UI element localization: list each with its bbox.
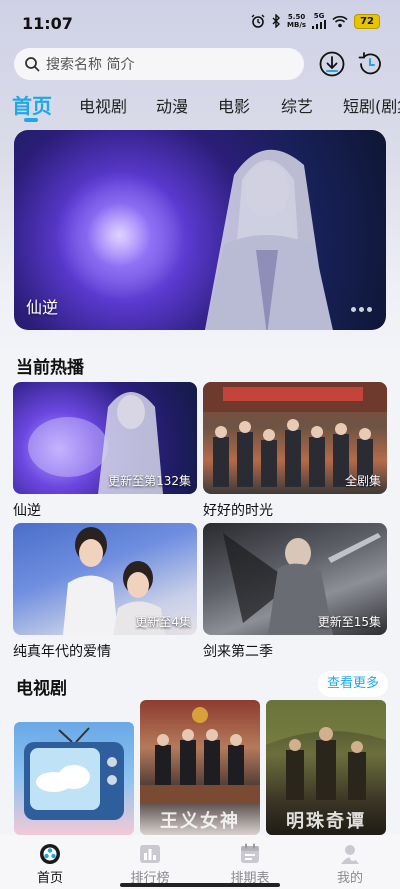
cellular-signal: 5G	[312, 12, 327, 29]
network-type: 5G	[313, 12, 325, 20]
nav-label: 我的	[336, 871, 363, 886]
alarm-icon	[251, 14, 265, 28]
nav-label: 首页	[36, 871, 63, 886]
poster-caption: 王义女神	[160, 811, 240, 832]
tab-short-drama[interactable]: 短剧(剧集	[343, 93, 400, 117]
history-icon	[358, 52, 381, 75]
show-title: 仙逆	[13, 503, 41, 519]
active-tab-indicator	[24, 118, 38, 122]
section-title-tv-series: 电视剧	[16, 679, 67, 699]
bluetooth-icon	[272, 14, 281, 28]
speed-unit: MB/s	[287, 21, 307, 29]
hero-banner[interactable]: 仙逆	[14, 130, 386, 330]
home-indicator[interactable]	[120, 883, 280, 887]
search-placeholder: 搜索名称 简介	[46, 57, 135, 73]
more-icon[interactable]	[351, 307, 372, 312]
show-card[interactable]: 更新至15集 剑来第二季	[203, 523, 387, 661]
section-title-now-playing: 当前热播	[16, 358, 84, 378]
episode-badge: 更新至第132集	[108, 474, 191, 488]
category-tabs: 首页 电视剧 动漫 电影 综艺 短剧(剧集	[0, 88, 400, 122]
status-bar: 11:07 5.50 MB/s 5G 72	[0, 0, 400, 44]
battery-indicator: 72	[354, 13, 380, 29]
show-title: 好好的时光	[203, 503, 273, 519]
show-title: 剑来第二季	[203, 644, 273, 660]
nav-item-schedule[interactable]: 排期表	[200, 835, 300, 889]
show-thumbnail: 更新至第132集	[13, 382, 197, 494]
show-card[interactable]: 更新至第132集 仙逆	[13, 382, 197, 520]
history-button[interactable]	[356, 50, 384, 78]
episode-badge: 更新至4集	[135, 615, 191, 629]
tab-home[interactable]: 首页	[12, 90, 52, 119]
home-icon	[40, 844, 60, 864]
search-icon	[25, 57, 40, 72]
show-thumbnail: 更新至15集	[203, 523, 387, 635]
banner-title: 仙逆	[26, 298, 59, 317]
calendar-icon	[241, 843, 259, 863]
wifi-icon	[332, 15, 348, 27]
download-icon	[319, 51, 345, 77]
profile-icon	[341, 845, 359, 864]
nav-item-profile[interactable]: 我的	[300, 835, 400, 889]
tab-tv-series[interactable]: 电视剧	[79, 93, 127, 117]
bottom-navigation: 首页 排行榜 排期表 我的	[0, 835, 400, 889]
tab-anime[interactable]: 动漫	[156, 93, 188, 117]
nav-item-ranking[interactable]: 排行榜	[100, 835, 200, 889]
banner-artwork	[204, 149, 333, 330]
poster-caption: 明珠奇谭	[286, 811, 366, 832]
speed-value: 5.50	[287, 13, 306, 21]
status-time: 11:07	[22, 14, 73, 33]
tab-movies[interactable]: 电影	[218, 93, 250, 117]
network-speed: 5.50 MB/s	[287, 13, 306, 29]
ranking-icon	[140, 845, 160, 863]
tv-poster[interactable]	[14, 722, 134, 835]
show-card[interactable]: 全剧集 好好的时光	[203, 382, 387, 520]
search-input[interactable]: 搜索名称 简介	[14, 48, 304, 80]
retro-tv-artwork	[24, 727, 124, 820]
show-title: 纯真年代的爱情	[13, 644, 111, 660]
tv-poster[interactable]: 王义女神	[140, 700, 260, 835]
episode-badge: 更新至15集	[317, 615, 381, 629]
nav-item-home[interactable]: 首页	[0, 835, 100, 889]
show-thumbnail: 更新至4集	[13, 523, 197, 635]
tv-poster[interactable]: 明珠奇谭	[266, 700, 386, 835]
tab-variety[interactable]: 综艺	[281, 93, 313, 117]
show-thumbnail: 全剧集	[203, 382, 387, 494]
signal-icon	[312, 20, 327, 29]
show-card[interactable]: 更新至4集 纯真年代的爱情	[13, 523, 197, 661]
episode-badge: 全剧集	[344, 474, 381, 488]
see-more-button[interactable]: 查看更多	[317, 671, 388, 697]
download-button[interactable]	[318, 50, 346, 78]
status-icons: 5.50 MB/s 5G 72	[251, 13, 380, 29]
